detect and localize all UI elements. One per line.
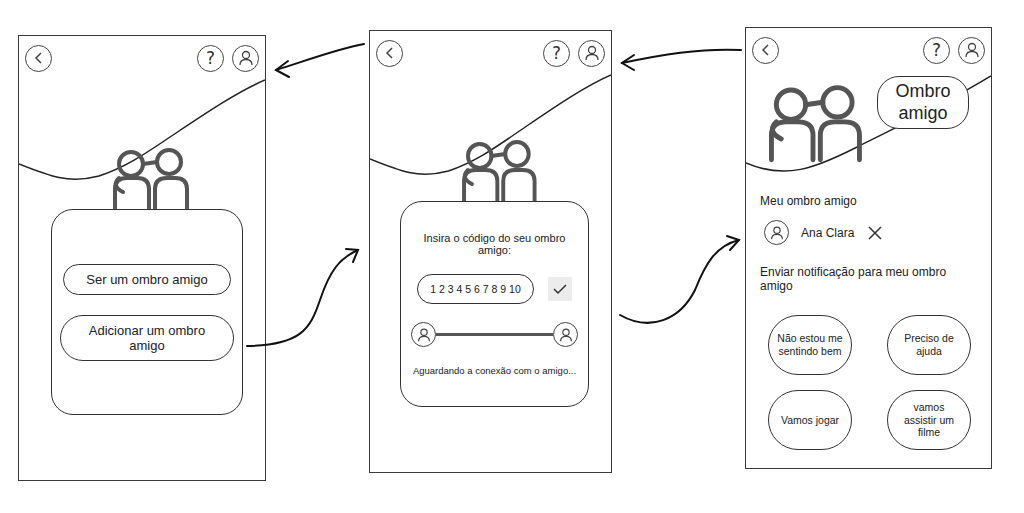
profile-button[interactable] [958, 37, 985, 64]
section-title: Meu ombro amigo [760, 194, 977, 208]
friend-panel: Meu ombro amigo Ana Clara Enviar notificaç… [746, 186, 991, 450]
connect-card: Insira o código do seu ombro amigo: 1 2 3… [400, 201, 589, 407]
user-icon [415, 326, 433, 344]
check-icon [552, 283, 568, 295]
help-button[interactable]: ? [543, 40, 570, 67]
back-icon [382, 45, 398, 61]
back-button[interactable] [25, 45, 52, 72]
notify-button[interactable]: Vamos jogar [768, 390, 852, 450]
connection-status: Aguardando a conexão com o amigo... [413, 365, 576, 376]
notify-button[interactable]: Preciso de ajuda [887, 315, 971, 375]
close-icon [867, 225, 883, 241]
confirm-button[interactable] [548, 277, 572, 301]
menu-button[interactable]: Adicionar um ombro amigo [60, 315, 234, 361]
notify-label: Enviar notificação para meu ombro amigo [760, 265, 977, 293]
friend-row: Ana Clara [760, 220, 977, 245]
top-bar: ? [370, 31, 611, 71]
phone-screen: ? Insira o código do seu ombro amigo: 1 2 … [369, 30, 612, 473]
friend-avatar [764, 220, 789, 245]
flow-arrows [0, 0, 1024, 513]
top-actions: ? [923, 37, 985, 64]
back-icon [31, 50, 47, 66]
back-icon [758, 42, 774, 58]
connection-line [436, 333, 553, 336]
notify-button[interactable]: vamos assistir um filme [887, 390, 971, 450]
back-button[interactable] [752, 37, 779, 64]
phone-screen: ? Ombro amigo Meu ombro amigo Ana Clara Envi… [745, 27, 992, 469]
friend-name: Ana Clara [801, 226, 854, 240]
arrow-icon [276, 44, 364, 77]
top-bar: ? [19, 36, 265, 76]
profile-button[interactable] [578, 40, 605, 67]
flow-diagram: ? Ser um ombro amigo Adicionar um ombro am… [0, 0, 1024, 513]
top-bar: ? [746, 28, 991, 68]
connection-indicator [411, 322, 578, 347]
menu-button[interactable]: Ser um ombro amigo [63, 264, 231, 295]
phone-screen: ? Ser um ombro amigo Adicionar um ombro am… [18, 35, 266, 481]
friends-illustration [370, 71, 611, 201]
profile-button[interactable] [232, 45, 259, 72]
user-badge [411, 322, 436, 347]
top-actions: ? [543, 40, 605, 67]
user-icon [768, 224, 786, 242]
code-field[interactable]: 1 2 3 4 5 6 7 8 9 10 [417, 274, 534, 304]
help-button[interactable]: ? [197, 45, 224, 72]
notify-grid: Não estou me sentindo bem Preciso de ajud… [760, 315, 977, 450]
remove-button[interactable] [866, 224, 884, 242]
user-icon [582, 43, 602, 63]
back-button[interactable] [376, 40, 403, 67]
code-row: 1 2 3 4 5 6 7 8 9 10 [417, 274, 572, 304]
arrow-icon [620, 236, 739, 323]
notify-button[interactable]: Não estou me sentindo bem [768, 315, 852, 375]
arrow-icon [622, 50, 741, 70]
top-actions: ? [197, 45, 259, 72]
arrow-icon [247, 249, 358, 346]
title-bubble: Ombro amigo [877, 76, 969, 129]
header: Ombro amigo [746, 68, 991, 186]
code-prompt: Insira o código do seu ombro amigo: [411, 232, 578, 256]
user-icon [557, 326, 575, 344]
friends-illustration [19, 76, 265, 209]
user-badge [553, 322, 578, 347]
help-button[interactable]: ? [923, 37, 950, 64]
menu-card: Ser um ombro amigo Adicionar um ombro ami… [51, 209, 243, 415]
user-icon [236, 48, 256, 68]
friends-icon [758, 70, 868, 170]
user-icon [962, 40, 982, 60]
